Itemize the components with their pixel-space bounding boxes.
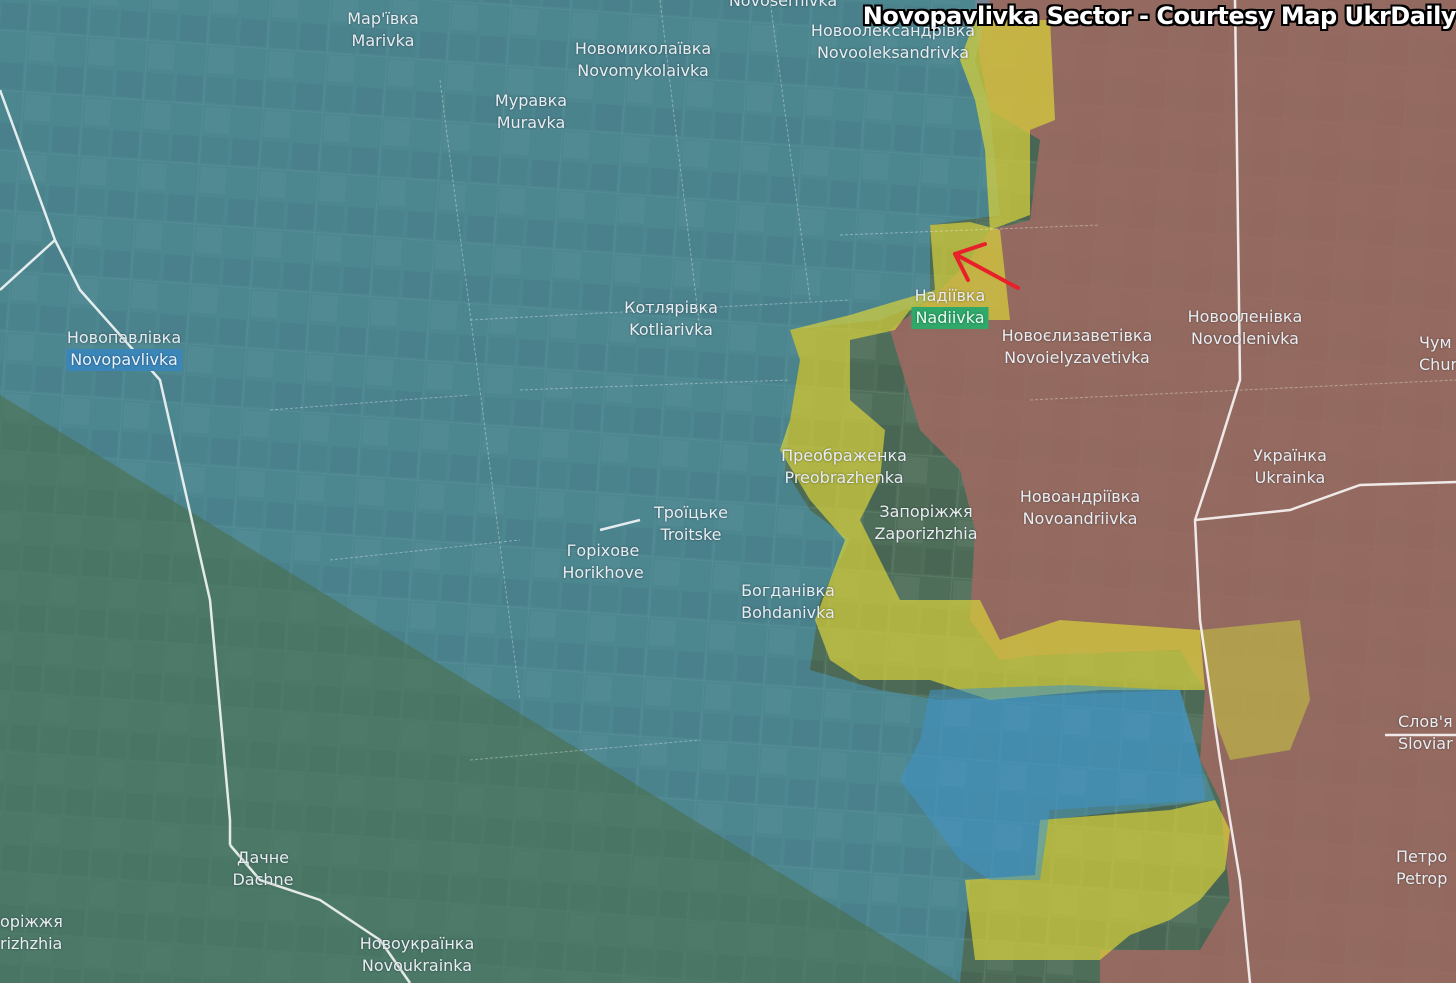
place-label-novooleksandrivka[interactable]: Новоолександрівка Novooleksandrivka (811, 20, 975, 64)
place-name-latin: Marivka (351, 31, 415, 50)
place-name-ukrainian: оріжжя (0, 912, 63, 931)
place-label-rizhzhia[interactable]: оріжжя rizhzhia (0, 911, 63, 955)
place-name-latin: Muravka (496, 113, 566, 132)
place-name-latin: Novoolenivka (1191, 329, 1299, 348)
place-name-latin: Novomykolaivka (577, 61, 709, 80)
place-name-ukrainian: Новоандріївка (1019, 487, 1141, 506)
map-view[interactable]: Novopavlivka Sector - Courtesy Map UkrDa… (0, 0, 1456, 983)
place-name-ukrainian: Новопавлівка (66, 328, 182, 347)
place-label-chun[interactable]: Чум Chun (1419, 332, 1456, 376)
place-name-ukrainian: Муравка (494, 91, 568, 110)
place-label-novosernivka[interactable]: Novosernivka (729, 0, 837, 12)
place-name-latin: Chun (1419, 355, 1456, 374)
place-name-latin: Zaporizhzhia (874, 524, 978, 543)
place-label-novoolenivka[interactable]: Новооленівка Novoolenivka (1188, 306, 1303, 350)
place-label-horikhove[interactable]: Горіхове Horikhove (562, 540, 643, 584)
place-name-ukrainian: Чум (1419, 333, 1452, 352)
place-name-latin: Bohdanivka (741, 603, 835, 622)
place-name-ukrainian: Надіївка (914, 286, 986, 305)
place-name-ukrainian: Котлярівка (624, 298, 718, 317)
place-label-zaporizhzhia[interactable]: Запоріжжя Zaporizhzhia (874, 501, 977, 545)
place-name-ukrainian: Мар'ївка (347, 9, 419, 28)
place-name-latin: Novoandriivka (1022, 509, 1138, 528)
place-label-novopavlivka[interactable]: Новопавлівка Novopavlivka (66, 327, 182, 371)
place-name-latin: Novooleksandrivka (816, 43, 970, 62)
place-label-novoukrainka[interactable]: Новоукраїнка Novoukrainka (360, 933, 475, 977)
place-label-bohdanivka[interactable]: Богданівка Bohdanivka (741, 580, 835, 624)
place-label-nadiivka[interactable]: Надіївка Nadiivka (911, 285, 989, 329)
place-name-latin: Novopavlivka (66, 349, 182, 371)
place-label-troitske[interactable]: Троїцьке Troitske (654, 502, 728, 546)
place-name-latin: Preobrazhenka (784, 468, 904, 487)
place-label-marivka[interactable]: Мар'ївка Marivka (347, 8, 419, 52)
place-name-ukrainian: Новоолександрівка (810, 21, 976, 40)
place-name-latin: Petrop (1396, 869, 1448, 888)
place-label-kotliarivka[interactable]: Котлярівка Kotliarivka (624, 297, 718, 341)
place-name-latin: Novosernivka (728, 0, 838, 10)
place-name-ukrainian: Богданівка (741, 581, 835, 600)
place-name-ukrainian: Слов'я (1398, 712, 1453, 731)
place-name-ukrainian: Запоріжжя (879, 502, 973, 521)
place-name-latin: Novoielyzavetivka (1004, 348, 1150, 367)
place-name-ukrainian: Дачне (236, 848, 290, 867)
place-name-latin: Novoukrainka (361, 956, 473, 975)
place-name-ukrainian: Новоєлизаветівка (1001, 326, 1153, 345)
place-name-ukrainian: Новомиколаївка (574, 39, 712, 58)
place-name-ukrainian: Горіхове (566, 541, 640, 560)
place-name-ukrainian: Новоукраїнка (359, 934, 475, 953)
place-name-latin: Kotliarivka (629, 320, 713, 339)
place-name-ukrainian: Українка (1253, 446, 1327, 465)
place-label-novoandriivka[interactable]: Новоандріївка Novoandriivka (1020, 486, 1140, 530)
place-name-latin: Sloviar (1398, 734, 1453, 753)
place-name-latin: Dachne (232, 870, 294, 889)
place-label-muravka[interactable]: Муравка Muravka (495, 90, 567, 134)
place-name-ukrainian: Троїцьке (654, 503, 728, 522)
place-name-latin: Troitske (660, 525, 722, 544)
place-name-latin: rizhzhia (0, 934, 63, 953)
place-name-latin: Horikhove (562, 563, 644, 582)
place-label-ukrainka[interactable]: Українка Ukrainka (1253, 445, 1327, 489)
place-name-ukrainian: Новооленівка (1187, 307, 1303, 326)
place-name-latin: Nadiivka (911, 307, 989, 329)
map-layers (0, 0, 1456, 983)
place-label-petrop[interactable]: Петро Petrop (1396, 846, 1447, 890)
place-label-preobrazhenka[interactable]: Преображенка Preobrazhenka (781, 445, 907, 489)
place-name-ukrainian: Петро (1396, 847, 1448, 866)
place-label-novoielyzavetivka[interactable]: Новоєлизаветівка Novoielyzavetivka (1002, 325, 1153, 369)
place-label-novomykolaivka[interactable]: Новомиколаївка Novomykolaivka (575, 38, 711, 82)
place-name-ukrainian: Преображенка (781, 446, 907, 465)
place-name-latin: Ukrainka (1254, 468, 1326, 487)
place-label-dachne[interactable]: Дачне Dachne (232, 847, 293, 891)
place-label-sloviar[interactable]: Слов'я Sloviar (1398, 711, 1453, 755)
